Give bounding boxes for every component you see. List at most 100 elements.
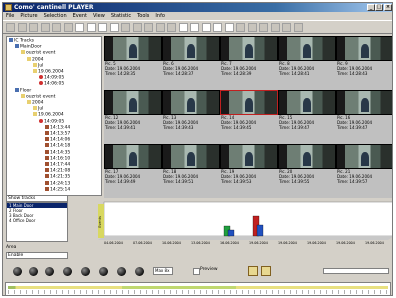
thumbnail-cell[interactable]: Pic. 7 Date: 19.06.2004 Time: 14:28:39 bbox=[220, 36, 278, 76]
control-knob[interactable] bbox=[13, 267, 22, 276]
thumbnail-cell[interactable]: Pic. 18 Date: 19.06.2004 Time: 14:39:51 bbox=[162, 144, 220, 184]
menu-item-picture[interactable]: Picture bbox=[17, 12, 40, 20]
thumbnail-cell[interactable]: Pic. 16 Date: 19.06.2004 Time: 14:39:47 bbox=[336, 90, 392, 130]
toolbar-button[interactable] bbox=[29, 23, 38, 32]
tree-node-label: 2004 bbox=[32, 57, 44, 63]
thumbnail-cell[interactable]: Pic. 19 Date: 19.06.2004 Time: 14:39:53 bbox=[220, 144, 278, 184]
tree-node[interactable]: 14:09:05 bbox=[39, 118, 64, 124]
thumbnail-cell[interactable]: Pic. 21 Date: 19.06.2004 Time: 14:39:57 bbox=[336, 144, 392, 184]
tree-node[interactable]: 14:21:08 bbox=[45, 168, 70, 174]
area-dropdown[interactable]: Enable bbox=[6, 252, 68, 259]
tree-node[interactable]: Floor bbox=[15, 87, 31, 93]
toolbar-button[interactable] bbox=[121, 23, 130, 32]
tree-node[interactable]: 2004 bbox=[27, 100, 43, 106]
toolbar-button[interactable] bbox=[293, 23, 303, 32]
track-tree[interactable]: IC Tracks MainDoor ouzrist event 2004 Jul 19.… bbox=[6, 36, 102, 196]
thumbnail-cell[interactable]: Pic. 5 Date: 19.06.2004 Time: 14:28:35 bbox=[104, 36, 162, 76]
tree-node[interactable]: IC Tracks bbox=[9, 38, 34, 44]
tree-node[interactable]: 19.06.2004 bbox=[33, 112, 64, 118]
tree-node[interactable]: 14:06:05 bbox=[39, 81, 64, 87]
tree-node[interactable]: 14:14:35 bbox=[45, 149, 70, 155]
toolbar-button[interactable] bbox=[178, 23, 188, 32]
thumbnail-cell[interactable]: Pic. 12 Date: 19.06.2004 Time: 14:39:41 bbox=[104, 90, 162, 130]
thumbnail-cell[interactable]: Pic. 13 Date: 19.06.2004 Time: 14:39:43 bbox=[162, 90, 220, 130]
toolbar-button[interactable] bbox=[75, 23, 84, 32]
position-slider[interactable] bbox=[323, 268, 389, 274]
toolbar-button[interactable] bbox=[259, 23, 268, 32]
tree-node[interactable]: 14:14:18 bbox=[45, 143, 70, 149]
toolbar-button[interactable] bbox=[6, 23, 15, 32]
menu-item-statistic[interactable]: Statistic bbox=[108, 12, 134, 20]
tree-node-label: ouzrist event bbox=[26, 94, 56, 100]
toolbar-button[interactable] bbox=[213, 23, 222, 32]
control-knob[interactable] bbox=[45, 267, 54, 276]
toolbar-button[interactable] bbox=[270, 23, 280, 32]
tree-node[interactable]: 14:14:06 bbox=[45, 137, 70, 143]
toolbar-button[interactable] bbox=[224, 23, 234, 32]
toolbar-button[interactable] bbox=[155, 23, 165, 32]
toolbar-button[interactable] bbox=[17, 23, 27, 32]
tree-node[interactable]: Jul bbox=[33, 62, 43, 68]
toolbar-button[interactable] bbox=[247, 23, 257, 32]
tree-node[interactable]: 14:21:35 bbox=[45, 174, 70, 180]
toolbar-button[interactable] bbox=[132, 23, 142, 32]
tree-node[interactable]: 14:13:44 bbox=[45, 124, 70, 130]
control-knob[interactable] bbox=[135, 267, 144, 276]
toolbar-button[interactable] bbox=[98, 23, 107, 32]
thumbnail-cell[interactable]: Pic. 20 Date: 19.06.2004 Time: 14:39:55 bbox=[278, 144, 336, 184]
control-knob[interactable] bbox=[63, 267, 72, 276]
control-button[interactable] bbox=[261, 266, 271, 276]
tree-node[interactable]: 14:09:05 bbox=[39, 75, 64, 81]
tree-node[interactable]: 14:13:57 bbox=[45, 131, 70, 137]
menu-item-event[interactable]: Event bbox=[70, 12, 90, 20]
tree-node[interactable]: Jul bbox=[33, 106, 43, 112]
toolbar-button[interactable] bbox=[63, 23, 73, 32]
track-list-item[interactable]: 4 Office Door bbox=[7, 218, 67, 223]
tree-node[interactable]: 19.06.2004 bbox=[33, 69, 64, 75]
thumbnail-caption: Pic. 13 Date: 19.06.2004 Time: 14:39:43 bbox=[162, 115, 220, 130]
toolbar-button[interactable] bbox=[282, 23, 291, 32]
control-knob[interactable] bbox=[99, 267, 108, 276]
tree-node[interactable]: 14:16:10 bbox=[45, 155, 70, 161]
toolbar-button[interactable] bbox=[52, 23, 61, 32]
toolbar-button[interactable] bbox=[167, 23, 176, 32]
tree-node[interactable]: ouzrist event bbox=[21, 50, 55, 56]
tree-node[interactable]: 14:24:13 bbox=[45, 180, 70, 186]
thumbnail-cell[interactable]: Pic. 9 Date: 19.06.2004 Time: 14:28:43 bbox=[336, 36, 392, 76]
minimize-button[interactable]: _ bbox=[367, 4, 375, 11]
menu-item-selection[interactable]: Selection bbox=[41, 12, 70, 20]
zoom-dropdown[interactable]: Max 8x bbox=[153, 267, 173, 275]
toolbar-button[interactable] bbox=[144, 23, 153, 32]
maximize-button[interactable]: □ bbox=[375, 4, 383, 11]
toolbar-button[interactable] bbox=[86, 23, 96, 32]
thumbnail-cell[interactable]: Pic. 17 Date: 19.06.2004 Time: 14:39:49 bbox=[104, 144, 162, 184]
toolbar-button[interactable] bbox=[190, 23, 199, 32]
menu-item-tools[interactable]: Tools bbox=[134, 12, 152, 20]
preview-checkbox[interactable] bbox=[193, 268, 200, 275]
thumbnail-cell[interactable]: Pic. 6 Date: 19.06.2004 Time: 14:28:37 bbox=[162, 36, 220, 76]
thumbnail-cell[interactable]: Pic. 14 Date: 19.06.2004 Time: 14:39:45 bbox=[220, 90, 278, 130]
track-listbox[interactable]: 1 Main Door 2 Floor 3 Back Door 4 Office Do… bbox=[6, 202, 68, 242]
toolbar-button[interactable] bbox=[201, 23, 211, 32]
thumbnail-cell[interactable]: Pic. 15 Date: 19.06.2004 Time: 14:39:47 bbox=[278, 90, 336, 130]
toolbar-button[interactable] bbox=[109, 23, 119, 32]
menu-item-info[interactable]: Info bbox=[152, 12, 167, 20]
menu-item-view[interactable]: View bbox=[90, 12, 108, 20]
close-button[interactable]: × bbox=[384, 4, 392, 11]
control-knob[interactable] bbox=[117, 267, 126, 276]
tree-node[interactable]: 2004 bbox=[27, 56, 44, 63]
tracks-dropdown[interactable]: Show tracks bbox=[6, 195, 68, 202]
tree-node[interactable]: 14:17:44 bbox=[45, 162, 70, 168]
tree-node[interactable]: 14:25:14 bbox=[45, 186, 70, 192]
control-knob[interactable] bbox=[81, 267, 90, 276]
toolbar bbox=[3, 20, 392, 34]
thumbnail-cell[interactable]: Pic. 8 Date: 19.06.2004 Time: 14:28:41 bbox=[278, 36, 336, 76]
tree-node[interactable]: ouzrist event bbox=[21, 93, 56, 100]
tree-node[interactable]: MainDoor bbox=[15, 44, 42, 50]
control-button[interactable] bbox=[248, 266, 258, 276]
toolbar-button[interactable] bbox=[236, 23, 245, 32]
menu-item-file[interactable]: File bbox=[3, 12, 17, 20]
toolbar-button[interactable] bbox=[40, 23, 50, 32]
timeline-bar[interactable] bbox=[5, 282, 391, 295]
control-knob[interactable] bbox=[29, 267, 38, 276]
